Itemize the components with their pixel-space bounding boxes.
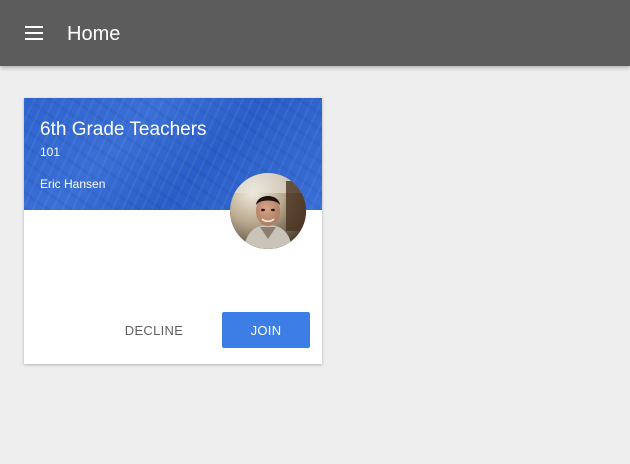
class-invite-card[interactable]: 6th Grade Teachers 101 Eric Hansen DECLI… xyxy=(24,98,322,364)
class-title[interactable]: 6th Grade Teachers xyxy=(40,118,207,142)
menu-button[interactable] xyxy=(16,15,52,51)
teacher-name: Eric Hansen xyxy=(40,177,106,191)
menu-icon xyxy=(25,26,43,40)
class-section: 101 xyxy=(40,145,61,159)
page-title: Home xyxy=(67,23,121,45)
app-bar: Home xyxy=(0,0,630,66)
join-button[interactable]: JOIN xyxy=(222,312,310,348)
teacher-avatar xyxy=(230,173,306,249)
decline-button[interactable]: DECLINE xyxy=(110,312,198,348)
avatar-photo xyxy=(230,173,306,249)
